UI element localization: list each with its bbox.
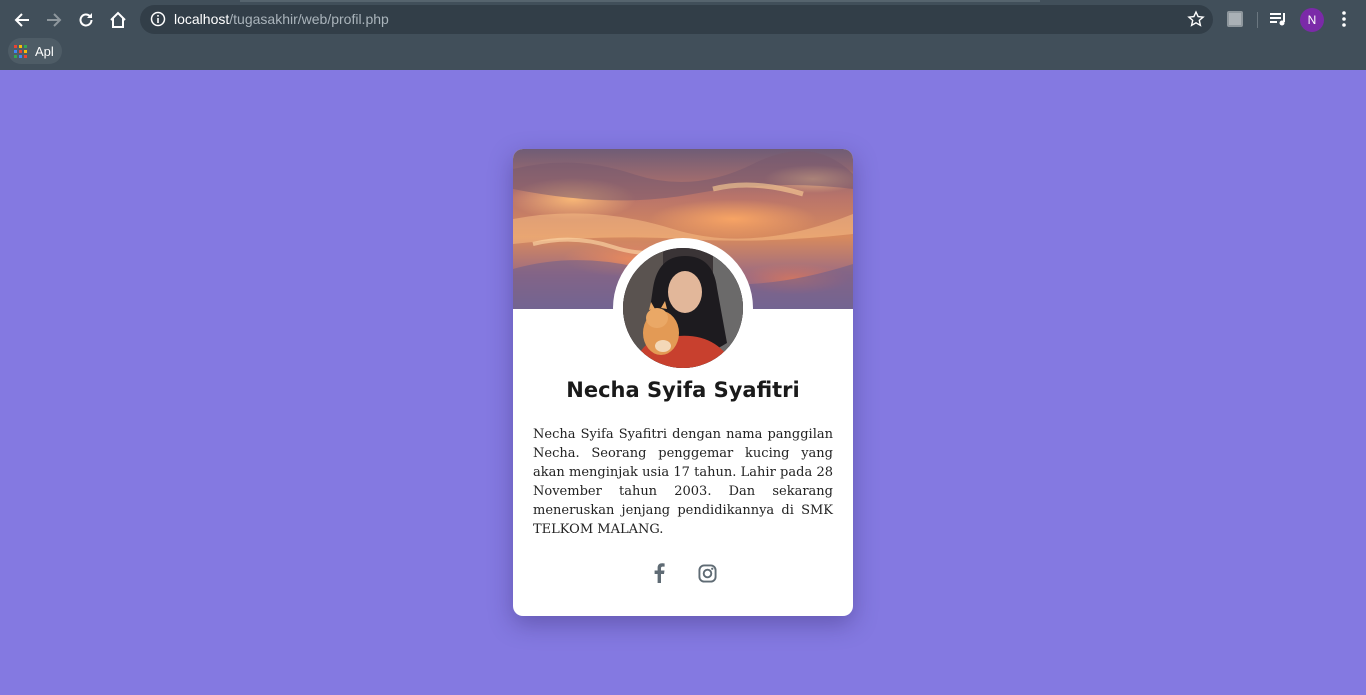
facebook-icon [654,563,665,583]
browser-toolbar: localhost/tugasakhir/web/profil.php N [0,4,1366,36]
profile-card: Necha Syifa Syafitri Necha Syifa Syafitr… [513,149,853,616]
reload-button[interactable] [72,6,100,34]
url-host: localhost [174,11,230,27]
bookmark-apps[interactable]: Apl [8,38,62,64]
profile-photo [623,248,743,368]
profile-bio: Necha Syifa Syafitri dengan nama panggil… [533,427,833,537]
browser-chrome: localhost/tugasakhir/web/profil.php N Ap… [0,0,1366,70]
star-icon[interactable] [1187,10,1205,28]
home-icon [110,11,126,28]
back-button[interactable] [8,6,36,34]
info-icon[interactable] [150,11,166,27]
apps-grid-icon [14,44,27,58]
media-queue-icon[interactable] [1268,9,1288,29]
home-button[interactable] [104,6,132,34]
tab-strip-edge [240,0,1040,2]
person-with-cat-image [623,248,743,368]
toolbar-divider [1257,12,1258,28]
profile-avatar-button[interactable]: N [1300,8,1324,32]
more-menu-icon[interactable] [1336,9,1352,29]
url-path: /tugasakhir/web/profil.php [229,11,389,27]
bookmarks-bar: Apl [0,36,1366,66]
reload-icon [79,13,93,27]
url-text[interactable]: localhost/tugasakhir/web/profil.php [174,11,389,27]
forward-button[interactable] [40,6,68,34]
facebook-link[interactable] [648,562,670,584]
extension-icon[interactable] [1227,11,1243,27]
profile-initial: N [1307,13,1317,27]
bookmark-label: Apl [35,43,54,59]
social-links [513,562,853,584]
instagram-link[interactable] [696,562,718,584]
address-bar[interactable]: localhost/tugasakhir/web/profil.php [140,5,1213,34]
profile-name: Necha Syifa Syafitri [566,378,800,402]
arrow-right-icon [47,13,62,27]
instagram-icon [697,563,717,583]
arrow-left-icon [14,13,29,27]
